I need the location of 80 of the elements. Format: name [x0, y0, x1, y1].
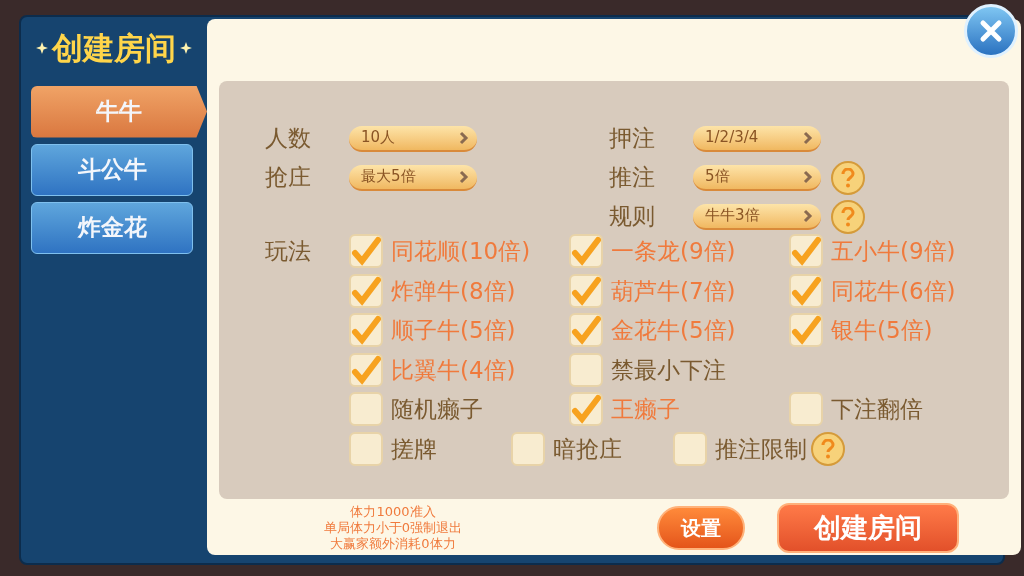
checkbox[interactable]	[789, 234, 823, 269]
question-mark-icon	[821, 438, 835, 459]
option-label: 王癞子	[611, 395, 680, 424]
help-button[interactable]	[831, 199, 865, 234]
option-label: 随机癞子	[391, 395, 483, 424]
checkmark-icon	[571, 275, 601, 306]
checkbox[interactable]	[349, 352, 383, 387]
setting-label: 抢庄	[265, 163, 312, 193]
tab[interactable]: 炸金花	[31, 201, 193, 254]
checkmark-icon	[351, 275, 381, 306]
option-label: 推注限制	[715, 434, 807, 464]
star-icon	[180, 42, 192, 55]
help-button[interactable]	[811, 431, 845, 466]
star-icon	[36, 42, 48, 55]
checkbox[interactable]	[511, 431, 545, 466]
checkmark-icon	[791, 275, 821, 306]
settings-button[interactable]: 设置	[657, 506, 745, 550]
option-label: 银牛(5倍)	[831, 316, 933, 345]
checkbox[interactable]	[349, 273, 383, 308]
dropdown[interactable]: 最大5倍	[349, 164, 477, 191]
checkbox[interactable]	[349, 313, 383, 348]
checkmark-icon	[571, 236, 601, 267]
setting-label: 推注	[609, 163, 656, 193]
option-label: 暗抢庄	[553, 434, 622, 464]
info-note: 大赢家额外消耗0体力	[330, 536, 456, 552]
close-button[interactable]	[964, 4, 1018, 58]
question-mark-icon	[841, 206, 855, 227]
option-label: 炸弹牛(8倍)	[391, 276, 516, 306]
tab[interactable]: 牛牛	[31, 85, 207, 138]
dropdown[interactable]: 牛牛3倍	[693, 203, 821, 230]
close-icon	[979, 19, 1003, 43]
play-label: 玩法	[265, 237, 312, 266]
option-label: 同花牛(6倍)	[831, 276, 956, 306]
checkbox[interactable]	[349, 392, 383, 427]
dropdown[interactable]: 1/2/3/4	[693, 125, 821, 152]
info-note: 体力1000准入	[350, 504, 436, 520]
checkmark-icon	[571, 315, 601, 346]
checkmark-icon	[791, 236, 821, 267]
dropdown[interactable]: 10人	[349, 125, 477, 152]
option-label: 金花牛(5倍)	[611, 316, 736, 345]
checkmark-icon	[351, 236, 381, 267]
checkbox[interactable]	[569, 273, 603, 308]
checkbox[interactable]	[789, 313, 823, 348]
checkbox[interactable]	[569, 313, 603, 348]
info-note: 单局体力小于0强制退出	[323, 520, 463, 536]
option-label: 比翼牛(4倍)	[391, 355, 516, 385]
checkbox[interactable]	[349, 431, 383, 466]
setting-label: 规则	[609, 202, 656, 232]
setting-label: 押注	[609, 124, 656, 154]
create-room-button[interactable]: 创建房间	[777, 503, 959, 553]
checkbox[interactable]	[349, 234, 383, 269]
option-label: 葫芦牛(7倍)	[611, 276, 736, 306]
chevron-icon	[803, 208, 813, 223]
checkbox[interactable]	[673, 431, 707, 466]
option-label: 搓牌	[391, 434, 437, 464]
option-label: 下注翻倍	[831, 395, 923, 424]
option-label: 同花顺(10倍)	[391, 237, 531, 266]
checkbox[interactable]	[569, 392, 603, 427]
checkbox[interactable]	[789, 273, 823, 308]
chevron-icon	[803, 130, 813, 145]
checkmark-icon	[571, 394, 601, 425]
help-button[interactable]	[831, 160, 865, 195]
question-mark-icon	[841, 167, 855, 188]
dialog-title: 创建房间	[52, 29, 176, 68]
checkbox[interactable]	[569, 234, 603, 269]
checkbox[interactable]	[569, 352, 603, 387]
tab[interactable]: 斗公牛	[31, 143, 193, 196]
checkbox[interactable]	[789, 392, 823, 427]
setting-label: 人数	[265, 124, 312, 154]
checkmark-icon	[791, 315, 821, 346]
chevron-icon	[459, 130, 469, 145]
checkmark-icon	[351, 315, 381, 346]
option-label: 顺子牛(5倍)	[391, 316, 516, 345]
chevron-icon	[459, 169, 469, 184]
option-label: 五小牛(9倍)	[831, 237, 956, 266]
chevron-icon	[803, 169, 813, 184]
checkmark-icon	[351, 354, 381, 385]
option-label: 一条龙(9倍)	[611, 237, 736, 266]
dropdown[interactable]: 5倍	[693, 164, 821, 191]
option-label: 禁最小下注	[611, 355, 726, 385]
